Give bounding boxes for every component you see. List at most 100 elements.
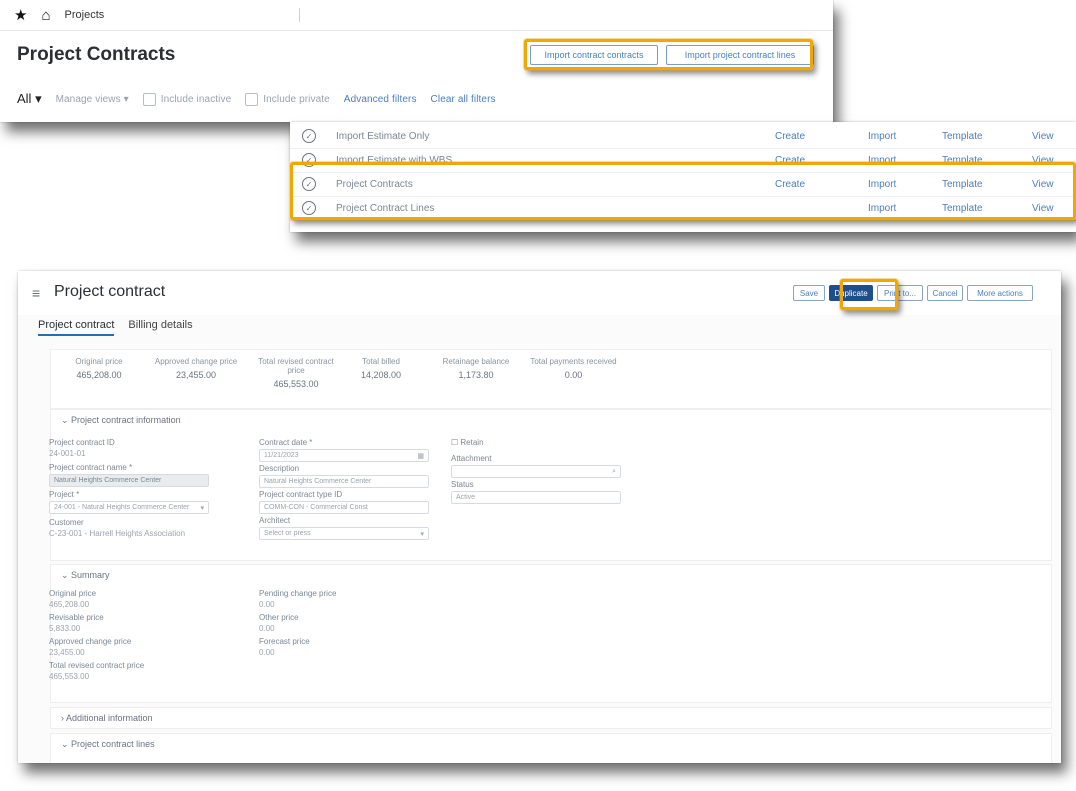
import-link[interactable]: Import <box>868 155 896 166</box>
contract-lines-card: ⌄ Project contract lines <box>50 733 1052 763</box>
approved-change-field: Approved change price 23,455.00 <box>49 637 131 657</box>
project-contracts-list-panel: ★ ⌂ Projects Project Contracts Import co… <box>0 0 833 122</box>
contract-info-card: ⌄ Project contract information Project c… <box>49 409 1052 561</box>
architect-select[interactable]: Select or press ▾ <box>259 527 429 540</box>
import-contracts-button[interactable]: Import contract contracts <box>530 45 658 65</box>
section-header[interactable]: ⌄ Project contract lines <box>61 739 155 750</box>
project-select[interactable]: 24-001 - Natural Heights Commerce Center… <box>49 501 209 514</box>
list-item: ✓ Project Contracts Create Import Templa… <box>290 172 1076 197</box>
manage-views-dropdown[interactable]: Manage views ▾ <box>56 94 129 105</box>
summary-label: Total payments received <box>530 357 617 366</box>
field-label: Attachment <box>451 454 492 463</box>
contract-date-input[interactable]: 11/21/2023 ▦ <box>259 449 429 462</box>
include-private-checkbox[interactable]: Include private <box>245 92 330 106</box>
home-icon[interactable]: ⌂ <box>41 7 50 24</box>
import-link[interactable]: Import <box>868 203 896 214</box>
field-value: 5,833.00 <box>49 624 81 633</box>
import-link[interactable]: Import <box>868 131 896 142</box>
row-name: Project Contract Lines <box>336 202 435 214</box>
view-link[interactable]: View <box>1032 155 1054 166</box>
include-inactive-checkbox[interactable]: Include inactive <box>142 92 232 106</box>
template-link[interactable]: Template <box>942 131 983 142</box>
save-button[interactable]: Save <box>793 285 825 301</box>
revisable-price-field: Revisable price 5,833.00 <box>49 613 104 633</box>
summary-original-price: Original price 465,208.00 <box>69 357 129 380</box>
check-circle-icon: ✓ <box>302 201 316 215</box>
checkbox-icon <box>245 92 259 106</box>
template-link[interactable]: Template <box>942 155 983 166</box>
page-title: Project Contracts <box>17 44 176 65</box>
paperclip-icon[interactable]: ⌕ <box>612 468 616 476</box>
create-link[interactable]: Create <box>775 179 805 190</box>
tab-billing-details[interactable]: Billing details <box>128 319 192 336</box>
section-header[interactable]: ⌄ Summary <box>61 570 110 581</box>
section-title: Additional information <box>66 713 153 723</box>
field-label: Project contract type ID <box>259 490 343 499</box>
status-select[interactable]: Active <box>451 491 621 504</box>
calendar-icon[interactable]: ▦ <box>417 452 424 460</box>
select-value: Select or press <box>264 530 311 537</box>
print-button[interactable]: Print to... <box>877 285 923 301</box>
top-nav-bar: ★ ⌂ Projects <box>0 0 833 31</box>
field-label: Forecast price <box>259 637 310 646</box>
contract-name-input[interactable]: Natural Heights Commerce Center <box>49 474 209 487</box>
summary-retainage-balance: Retainage balance 1,173.80 <box>436 357 516 380</box>
section-title: Project contract lines <box>71 739 155 749</box>
original-price-field: Original price 465,208.00 <box>49 589 96 609</box>
view-link[interactable]: View <box>1032 131 1054 142</box>
summary-value: 465,208.00 <box>76 370 122 380</box>
forecast-price-field: Forecast price 0.00 <box>259 637 310 657</box>
section-header[interactable]: ⌄ Project contract information <box>61 415 181 426</box>
field-value: 0.00 <box>259 624 275 633</box>
tab-project-contract[interactable]: Project contract <box>38 319 115 336</box>
template-link[interactable]: Template <box>942 179 983 190</box>
field-label: Revisable price <box>49 613 104 622</box>
contract-type-input[interactable]: COMM-CON - Commercial Const <box>259 501 429 514</box>
duplicate-button[interactable]: Duplicate <box>829 285 873 301</box>
row-name: Import Estimate with WBS <box>336 154 453 166</box>
status-field: Status Active <box>451 480 621 504</box>
advanced-filters-link[interactable]: Advanced filters <box>344 94 417 105</box>
project-contract-form-panel: ≡ Project contract Save Duplicate Print … <box>18 271 1061 763</box>
create-link[interactable]: Create <box>775 155 805 166</box>
star-icon[interactable]: ★ <box>14 6 27 24</box>
form-tabs: Project contract Billing details <box>38 319 193 336</box>
field-label: Retain <box>460 438 484 447</box>
view-link[interactable]: View <box>1032 179 1054 190</box>
all-views-dropdown[interactable]: All ▾ <box>17 91 42 107</box>
chevron-down-icon: ▾ <box>420 530 424 538</box>
create-link[interactable]: Create <box>775 131 805 142</box>
view-link[interactable]: View <box>1032 203 1054 214</box>
cancel-button[interactable]: Cancel <box>927 285 963 301</box>
summary-value: 14,208.00 <box>360 370 402 380</box>
customer-link[interactable]: C-23-001 - Harrell Heights Association <box>49 529 209 538</box>
contract-name-field: Project contract name * Natural Heights … <box>49 463 209 487</box>
checkbox-icon <box>142 92 156 106</box>
nav-tab-projects[interactable]: Projects <box>65 9 185 21</box>
customer-field: Customer C-23-001 - Harrell Heights Asso… <box>49 518 209 538</box>
summary-approved-change: Approved change price 23,455.00 <box>151 357 241 380</box>
menu-icon[interactable]: ≡ <box>32 285 40 301</box>
template-link[interactable]: Template <box>942 203 983 214</box>
project-field: Project * 24-001 - Natural Heights Comme… <box>49 490 209 514</box>
more-actions-button[interactable]: More actions <box>967 285 1033 301</box>
check-circle-icon: ✓ <box>302 129 316 143</box>
check-circle-icon: ✓ <box>302 153 316 167</box>
retain-checkbox[interactable]: ☐ Retain <box>451 438 621 447</box>
field-label: Other price <box>259 613 299 622</box>
field-label: Project contract ID <box>49 438 115 447</box>
list-item: ✓ Project Contract Lines Import Template… <box>290 196 1076 221</box>
clear-filters-link[interactable]: Clear all filters <box>431 94 496 105</box>
section-header[interactable]: › Additional information <box>61 713 153 723</box>
import-contract-lines-button[interactable]: Import project contract lines <box>666 45 814 65</box>
description-input[interactable]: Natural Heights Commerce Center <box>259 475 429 488</box>
attachment-input[interactable]: ⌕ <box>451 465 621 478</box>
contract-type-field: Project contract type ID COMM-CON - Comm… <box>259 490 429 514</box>
field-label: Description <box>259 464 300 473</box>
field-label: Project * <box>49 490 80 499</box>
section-title: Project contract information <box>71 415 181 425</box>
section-title: Summary <box>71 570 110 580</box>
field-value: 24-001-01 <box>49 449 86 458</box>
import-link[interactable]: Import <box>868 179 896 190</box>
select-value: 24-001 - Natural Heights Commerce Center <box>54 504 190 511</box>
